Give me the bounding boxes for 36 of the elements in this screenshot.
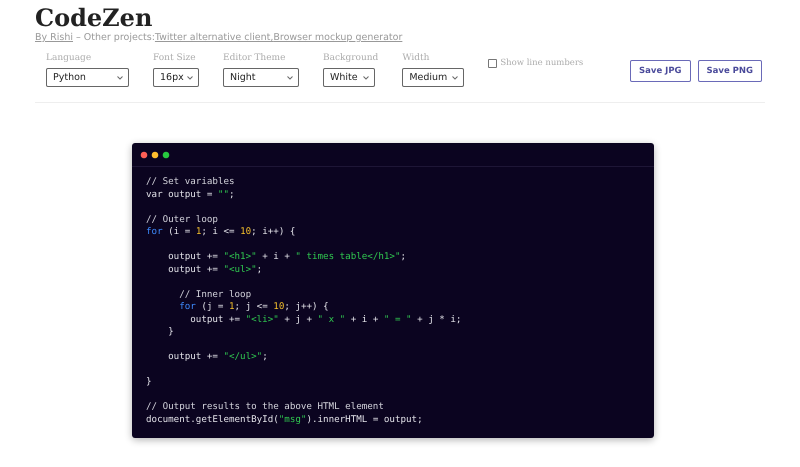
code-line: var output = "";: [146, 188, 235, 201]
code-line: }: [146, 376, 152, 388]
caret-icon: [117, 76, 123, 80]
field-label: Width: [402, 52, 430, 64]
code-line: document.getElementById("msg").innerHTML = output;: [146, 414, 423, 426]
code-line: for (i = 1; i <= 10; i++) {: [146, 226, 296, 238]
code-line: output += "<li>" + j + " x " + i + " = " + j * i;: [189, 314, 462, 326]
field-label: Language: [46, 52, 92, 64]
field-label: Editor Theme: [223, 52, 286, 64]
code-line: // Inner loop: [178, 288, 252, 301]
code-line: output += "<h1>" + i + " times table</h1>";: [167, 251, 406, 264]
caret-icon: [287, 76, 293, 80]
window-controls-icon: [140, 150, 170, 158]
save-button[interactable]: Save PNG: [698, 60, 762, 82]
field-label: Background: [323, 52, 378, 64]
field-label: Font Size: [153, 52, 197, 64]
code-line: output += "</ul>";: [167, 351, 268, 364]
code-line: for (j = 1; j <= 10; j++) {: [178, 301, 329, 314]
dropdown[interactable]: Night: [223, 68, 299, 87]
checkbox-label: Show line numbers: [500, 58, 584, 68]
dropdown[interactable]: Python: [46, 68, 129, 87]
caret-icon: [363, 76, 369, 80]
byline-text: – Other projects:: [75, 32, 155, 44]
code-line: output += "<ul>";: [167, 264, 262, 276]
code-line: // Output results to the above HTML element: [146, 401, 384, 414]
dropdown[interactable]: White: [323, 68, 375, 87]
dropdown[interactable]: Medium: [402, 68, 464, 87]
caret-icon: [187, 76, 193, 80]
save-button[interactable]: Save JPG: [630, 60, 691, 82]
caret-icon: [452, 76, 458, 80]
code-line: // Outer loop: [146, 214, 218, 226]
dropdown[interactable]: 16px: [153, 68, 199, 87]
site-title: CodeZen: [35, 4, 152, 32]
code-line: // Set variables: [146, 176, 235, 188]
checkbox[interactable]: [488, 58, 498, 68]
code-line: }: [167, 326, 174, 338]
